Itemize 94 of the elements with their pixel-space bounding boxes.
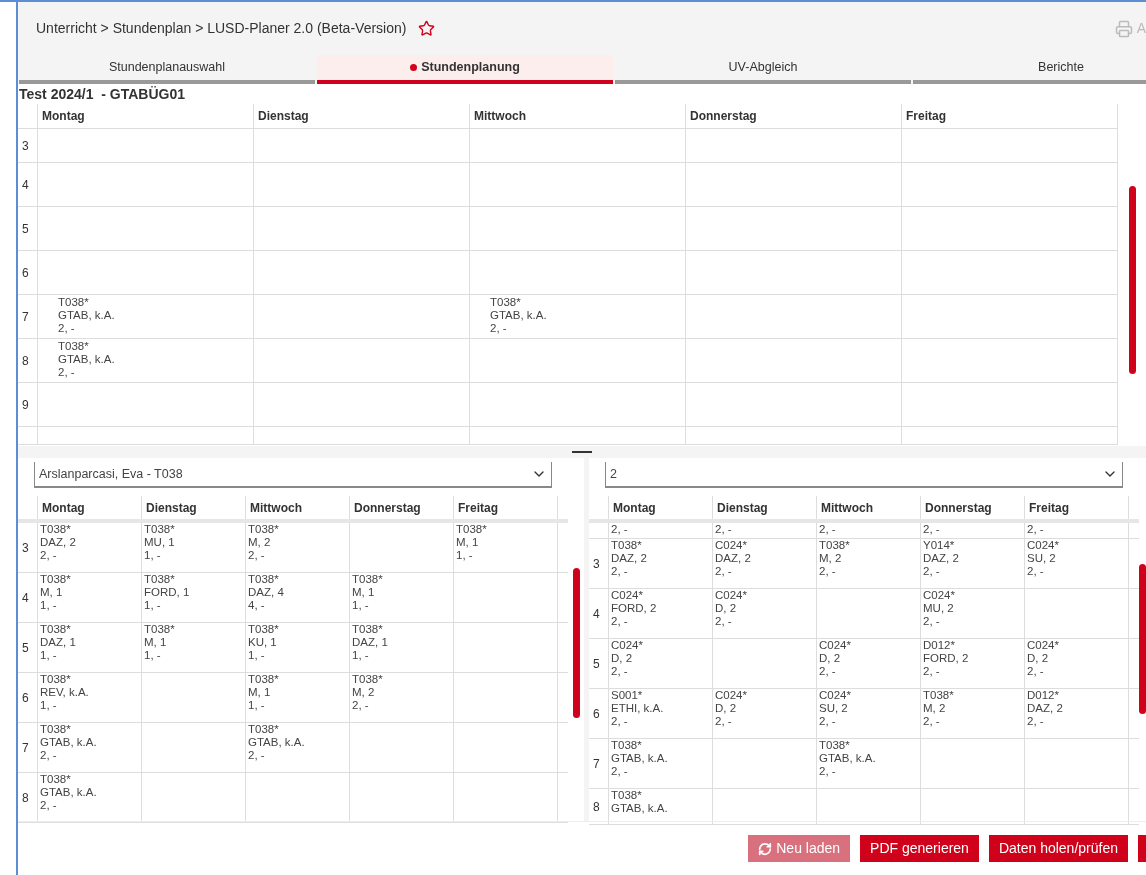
action-button[interactable]: Daten holen/prüfen: [988, 835, 1128, 862]
lesson-entry[interactable]: C024* SU, 2 2, -: [819, 689, 920, 728]
row-number: 5: [22, 220, 29, 238]
lesson-entry[interactable]: C024* D, 2 2, -: [819, 639, 920, 678]
row-number: 7: [593, 755, 600, 773]
column-header: Donnerstag: [925, 499, 992, 517]
lesson-entry[interactable]: T038* GTAB, k.A. 2, -: [58, 340, 253, 379]
lesson-entry[interactable]: C024* D, 2 2, -: [611, 639, 712, 678]
lesson-entry[interactable]: D012* FORD, 2 2, -: [923, 639, 1024, 678]
lesson-entry[interactable]: C024* D, 2 2, -: [715, 589, 816, 628]
plan-title: Test 2024/1 - GTABÜG01: [19, 84, 185, 104]
lesson-entry[interactable]: T038* GTAB, k.A. 2, -: [40, 723, 141, 762]
lesson-entry[interactable]: 2, -: [611, 523, 712, 536]
action-button[interactable]: PDF generieren: [860, 835, 979, 862]
lesson-entry[interactable]: C024* FORD, 2 2, -: [611, 589, 712, 628]
row-number: 3: [22, 539, 29, 557]
row-number: 5: [22, 639, 29, 657]
lesson-entry[interactable]: T038* REV, k.A. 1, -: [40, 673, 141, 712]
row-number: 5: [593, 655, 600, 673]
row-number: 3: [22, 137, 29, 155]
column-header: Freitag: [1029, 499, 1069, 517]
lesson-entry[interactable]: T038* GTAB, k.A.: [611, 789, 712, 815]
lesson-entry[interactable]: T038* FORD, 1 1, -: [144, 573, 245, 612]
column-header: Dienstag: [717, 499, 768, 517]
breadcrumb: Unterricht > Stundenplan > LUSD-Planer 2.0 (Beta-Version): [36, 19, 407, 38]
lesson-entry[interactable]: C024* D, 2 2, -: [1027, 639, 1128, 678]
tab[interactable]: Stundenplanung: [317, 55, 613, 84]
row-number: 4: [22, 589, 29, 607]
column-header: Donnerstag: [690, 108, 757, 125]
scrollbar-thumb[interactable]: [1139, 564, 1146, 714]
column-header: Donnerstag: [354, 499, 421, 517]
printer-icon: [1114, 19, 1133, 38]
lesson-entry[interactable]: T038* GTAB, k.A. 2, -: [248, 723, 349, 762]
row-number: 7: [22, 739, 29, 757]
column-header: Dienstag: [258, 108, 309, 125]
row-number: 4: [22, 176, 29, 194]
lesson-entry[interactable]: T038* M, 2 2, -: [248, 523, 349, 562]
lesson-entry[interactable]: T038* GTAB, k.A. 2, -: [819, 739, 920, 778]
lesson-entry[interactable]: T038* M, 2 2, -: [352, 673, 453, 712]
lesson-entry[interactable]: C024* DAZ, 2 2, -: [715, 539, 816, 578]
lesson-entry[interactable]: T038* DAZ, 1 1, -: [352, 623, 453, 662]
lesson-entry[interactable]: T038* M, 1 1, -: [40, 573, 141, 612]
column-header: Montag: [42, 108, 85, 125]
lesson-entry[interactable]: T038* MU, 1 1, -: [144, 523, 245, 562]
lesson-entry[interactable]: T038* DAZ, 1 1, -: [40, 623, 141, 662]
column-header: Mittwoch: [250, 499, 302, 517]
lesson-entry[interactable]: S001* ETHI, k.A. 2, -: [611, 689, 712, 728]
lesson-entry[interactable]: T038* M, 2 2, -: [819, 539, 920, 578]
lesson-entry[interactable]: T038* GTAB, k.A. 2, -: [40, 773, 141, 812]
star-icon[interactable]: [418, 20, 436, 37]
row-number: 8: [22, 789, 29, 807]
dropdown-field[interactable]: Arslanparcasi, Eva - T038: [34, 462, 552, 488]
row-number: 4: [593, 605, 600, 623]
lesson-entry[interactable]: Y014* DAZ, 2 2, -: [923, 539, 1024, 578]
lesson-entry[interactable]: T038* M, 1 1, -: [144, 623, 245, 662]
splitter-handle[interactable]: [572, 451, 592, 453]
row-number: 8: [22, 352, 29, 370]
row-number: 3: [593, 555, 600, 573]
lesson-entry[interactable]: C024* MU, 2 2, -: [923, 589, 1024, 628]
lesson-entry[interactable]: T038* GTAB, k.A. 2, -: [490, 296, 685, 335]
lesson-entry[interactable]: T038* KU, 1 1, -: [248, 623, 349, 662]
lesson-entry[interactable]: T038* M, 1 1, -: [352, 573, 453, 612]
lesson-entry[interactable]: T038* M, 2 2, -: [923, 689, 1024, 728]
column-header: Mittwoch: [474, 108, 526, 125]
lesson-entry[interactable]: T038* M, 1 1, -: [456, 523, 557, 562]
lesson-entry[interactable]: T038* M, 1 1, -: [248, 673, 349, 712]
lesson-entry[interactable]: 2, -: [923, 523, 1024, 536]
lesson-entry[interactable]: T038* DAZ, 2 2, -: [611, 539, 712, 578]
column-header: Freitag: [458, 499, 498, 517]
lesson-entry[interactable]: 2, -: [1027, 523, 1128, 536]
lesson-entry[interactable]: 2, -: [715, 523, 816, 536]
lesson-entry[interactable]: C024* SU, 2 2, -: [1027, 539, 1128, 578]
lesson-entry[interactable]: T038* DAZ, 2 2, -: [40, 523, 141, 562]
column-header: Freitag: [906, 108, 946, 125]
lesson-entry[interactable]: C024* D, 2 2, -: [715, 689, 816, 728]
row-number: 6: [593, 705, 600, 723]
lesson-entry[interactable]: T038* GTAB, k.A. 2, -: [58, 296, 253, 335]
lesson-entry[interactable]: T038* GTAB, k.A. 2, -: [611, 739, 712, 778]
lesson-entry[interactable]: 2, -: [819, 523, 920, 536]
row-number: 7: [22, 308, 29, 326]
lesson-entry[interactable]: T038* DAZ, 4 4, -: [248, 573, 349, 612]
row-number: 9: [22, 396, 29, 414]
column-header: Montag: [613, 499, 656, 517]
column-header: Dienstag: [146, 499, 197, 517]
dropdown-field[interactable]: 2: [605, 462, 1123, 488]
column-header: Montag: [42, 499, 85, 517]
row-number: 8: [593, 798, 600, 816]
scrollbar-thumb[interactable]: [1128, 186, 1136, 374]
refresh-icon: [758, 841, 773, 856]
row-number: 6: [22, 264, 29, 282]
row-number: 6: [22, 689, 29, 707]
scrollbar-thumb[interactable]: [572, 568, 580, 718]
column-header: Mittwoch: [821, 499, 873, 517]
lesson-entry[interactable]: D012* DAZ, 2 2, -: [1027, 689, 1128, 728]
